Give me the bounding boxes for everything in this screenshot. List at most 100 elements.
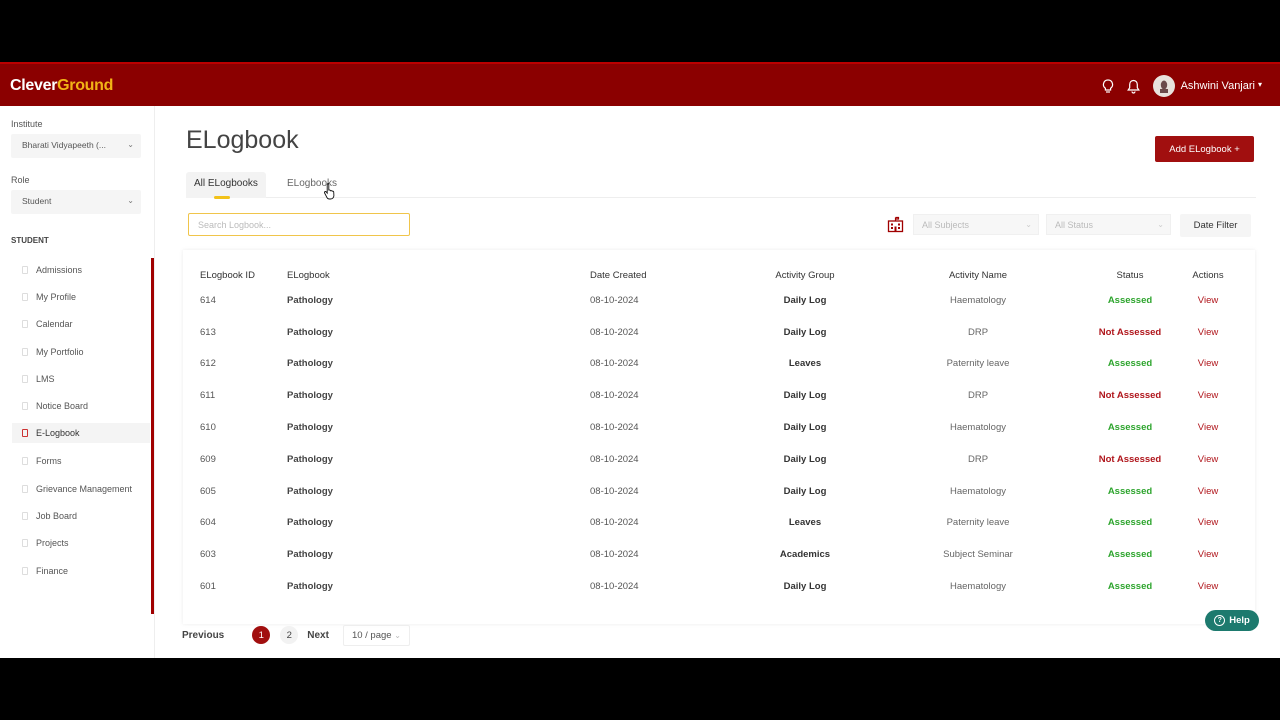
institution-icon[interactable] (887, 216, 904, 233)
cell-text: Paternity leave (946, 517, 1010, 528)
sidebar-item-label: Forms (36, 456, 62, 466)
cell-elogbook: Pathology (287, 358, 333, 369)
forms-icon (22, 457, 28, 465)
cell-text: Not Assessed (1098, 327, 1162, 338)
sidebar-item-label: My Profile (36, 292, 77, 302)
sidebar-item-label: My Portfolio (36, 347, 84, 357)
cell-elogbook: Pathology (287, 327, 333, 338)
cell-text: DRP (967, 327, 989, 338)
chevron-down-icon: ⌄ (1157, 220, 1164, 229)
logbook-icon (22, 429, 28, 437)
table-row: 604 Pathology 08-10-2024 Leaves Paternity le… (183, 508, 1255, 540)
cell-id: 610 (200, 422, 216, 433)
logo[interactable]: CleverGround (10, 77, 113, 95)
sidebar-item-forms[interactable]: Forms (12, 451, 150, 471)
cell-id: 604 (200, 517, 216, 528)
cell-text: DRP (967, 390, 989, 401)
job-board-icon (22, 512, 28, 520)
page-2-button[interactable]: 2 (280, 626, 299, 644)
lightbulb-icon[interactable] (1101, 78, 1115, 94)
sidebar-item-grievance-management[interactable]: Grievance Management (12, 479, 150, 499)
cell-text: Leaves (788, 517, 822, 528)
sidebar-item-notice-board[interactable]: Notice Board (12, 396, 150, 416)
role-value: Student (22, 196, 52, 206)
add-elogbook-button[interactable]: Add ELogbook + (1155, 136, 1254, 162)
sidebar-item-label: Calendar (36, 319, 73, 329)
sidebar-item-label: Grievance Management (36, 484, 133, 494)
column-header-elogbook[interactable]: ELogbook (287, 270, 330, 281)
lms-icon (22, 375, 28, 383)
subjects-filter-select[interactable]: All Subjects ⌄ (913, 214, 1039, 235)
sidebar-item-projects[interactable]: Projects (12, 533, 150, 553)
pagination: Previous 1 2 Next 10 / page ⌄ (182, 624, 410, 646)
view-link-label: View (1197, 549, 1219, 560)
chevron-down-icon: ▾ (1257, 80, 1262, 89)
cell-text: Haematology (950, 422, 1006, 433)
sidebar-item-job-board[interactable]: Job Board (12, 506, 150, 526)
cell-elogbook: Pathology (287, 390, 333, 401)
cell-text: Daily Log (783, 454, 827, 465)
cell-text: Daily Log (783, 390, 827, 401)
column-header-date-created[interactable]: Date Created (590, 270, 647, 281)
cell-date-created: 08-10-2024 (590, 358, 639, 369)
institute-select[interactable]: Bharati Vidyapeeth (... ⌄ (11, 134, 141, 158)
profile-icon (22, 293, 28, 301)
cell-id: 613 (200, 327, 216, 338)
elogbook-table: ELogbook ID ELogbook Date Created Activi… (183, 250, 1255, 624)
column-header-id[interactable]: ELogbook ID (200, 270, 255, 281)
previous-page-button[interactable]: Previous (182, 630, 224, 641)
tab-all-elogbooks[interactable]: All ELogbooks (186, 172, 266, 199)
sidebar-item-lms[interactable]: LMS (12, 369, 150, 389)
status-filter-select[interactable]: All Status ⌄ (1046, 214, 1171, 235)
subjects-filter-value: All Subjects (922, 220, 970, 230)
cell-text: Daily Log (783, 295, 827, 306)
cell-text: Daily Log (783, 486, 827, 497)
view-link-label: View (1197, 422, 1219, 433)
cell-text: Assessed (1107, 581, 1153, 592)
status-filter-value: All Status (1055, 220, 1094, 230)
tab-label: All ELogbooks (194, 178, 258, 189)
sidebar-scroll-indicator (151, 258, 154, 614)
table-row: 605 Pathology 08-10-2024 Daily Log Haematolo… (183, 477, 1255, 509)
cell-id: 612 (200, 358, 216, 369)
sidebar-item-admissions[interactable]: Admissions (12, 260, 150, 280)
next-page-button[interactable]: Next (307, 630, 329, 641)
app-window: CleverGround Ashwini Vanjari ▾ Institute… (0, 62, 1280, 658)
cell-text: Not Assessed (1098, 390, 1162, 401)
page-1-button[interactable]: 1 (252, 626, 271, 644)
sidebar-item-finance[interactable]: Finance (12, 561, 150, 581)
table-row: 610 Pathology 08-10-2024 Daily Log Haematolo… (183, 413, 1255, 445)
view-link-label: View (1197, 295, 1219, 306)
chevron-down-icon: ⌄ (394, 630, 401, 640)
sidebar-item-my-portfolio[interactable]: My Portfolio (12, 342, 150, 362)
search-input[interactable]: Search Logbook... (188, 213, 410, 236)
cell-id: 611 (200, 390, 216, 401)
sidebar-item-my-profile[interactable]: My Profile (12, 287, 150, 307)
cell-elogbook: Pathology (287, 517, 333, 528)
page-size-value: 10 / page (351, 629, 392, 641)
finance-icon (22, 567, 28, 575)
question-icon: ? (1214, 615, 1226, 626)
cell-text: Daily Log (783, 327, 827, 338)
date-filter-button[interactable]: Date Filter (1180, 214, 1251, 237)
sidebar-item-e-logbook[interactable]: E-Logbook (12, 423, 150, 443)
calendar-icon (22, 320, 28, 328)
cell-id: 609 (200, 454, 216, 465)
cell-text: Academics (779, 549, 831, 560)
bell-icon[interactable] (1127, 78, 1141, 94)
role-select[interactable]: Student ⌄ (11, 190, 141, 214)
column-header-label: Activity Name (948, 270, 1008, 281)
sidebar-item-label: Notice Board (36, 401, 89, 411)
avatar[interactable] (1152, 75, 1175, 97)
user-menu[interactable]: Ashwini Vanjari ▾ (1181, 80, 1262, 92)
sidebar-item-calendar[interactable]: Calendar (12, 314, 150, 334)
page-size-select[interactable]: 10 / page ⌄ (342, 624, 410, 646)
cell-text: DRP (967, 454, 989, 465)
cell-text: Haematology (950, 486, 1006, 497)
cell-elogbook: Pathology (287, 422, 333, 433)
cell-text: Daily Log (783, 581, 827, 592)
cell-text: Assessed (1107, 486, 1153, 497)
help-button[interactable]: ? Help (1205, 610, 1259, 631)
logo-text-clever: Clever (10, 77, 58, 94)
cell-text: Assessed (1107, 517, 1153, 528)
